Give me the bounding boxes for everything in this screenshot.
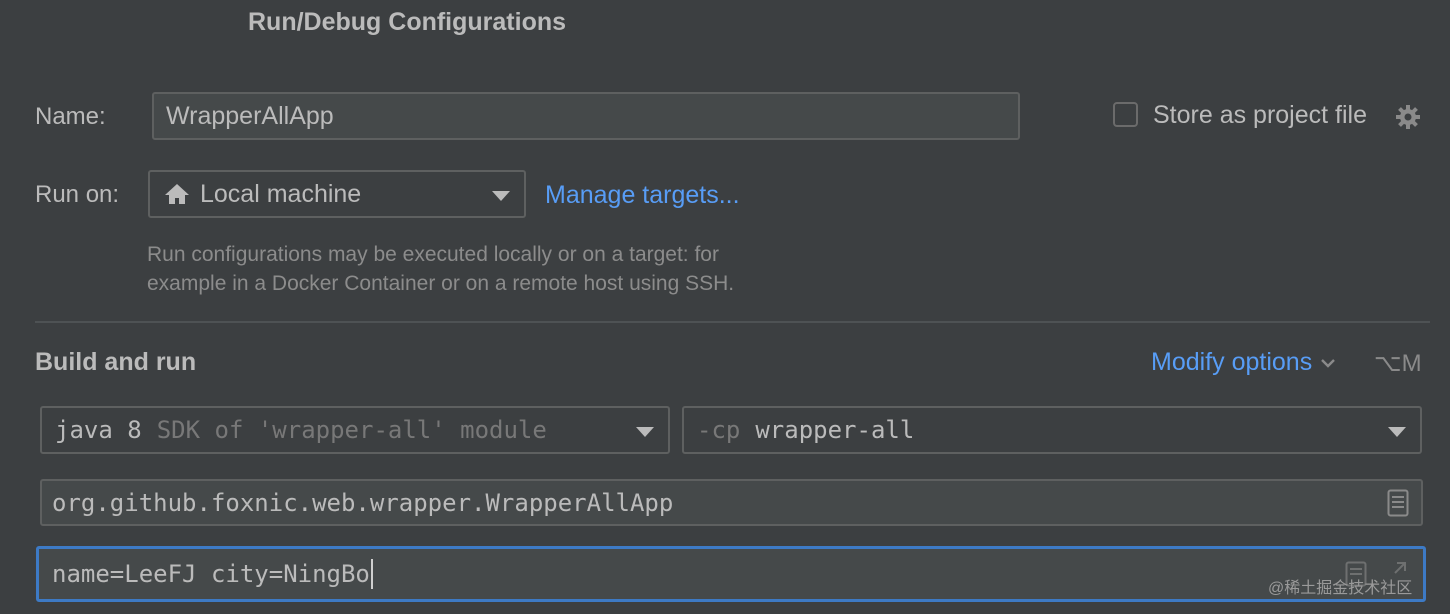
name-field-value: WrapperAllApp (166, 101, 334, 130)
chevron-down-icon (1320, 357, 1336, 369)
modify-options-shortcut: ⌥M (1374, 350, 1422, 377)
modify-options-label: Modify options (1151, 348, 1313, 376)
manage-targets-link[interactable]: Manage targets... (545, 181, 740, 210)
browse-class-icon[interactable] (1387, 489, 1409, 517)
run-on-value: Local machine (200, 179, 362, 208)
run-on-label: Run on: (35, 181, 120, 208)
classpath-prefix: -cp (697, 416, 741, 444)
name-field[interactable]: WrapperAllApp (152, 92, 1020, 140)
home-icon (164, 183, 190, 205)
hint-line-2: example in a Docker Container or on a re… (147, 272, 735, 295)
run-on-hint: Run configurations may be executed local… (147, 240, 734, 298)
section-divider (35, 321, 1430, 323)
run-on-dropdown[interactable]: Local machine (148, 170, 526, 218)
store-as-project-file-label: Store as project file (1153, 101, 1367, 129)
dialog-title: Run/Debug Configurations (248, 8, 567, 36)
chevron-down-icon (636, 427, 654, 437)
jre-detail: SDK of 'wrapper-all' module (156, 416, 547, 444)
name-label: Name: (35, 103, 106, 130)
modify-options-button[interactable]: Modify options (1151, 348, 1336, 377)
gear-icon[interactable] (1394, 103, 1422, 131)
hint-line-1: Run configurations may be executed local… (147, 243, 719, 266)
main-class-field[interactable]: org.github.foxnic.web.wrapper.WrapperAll… (40, 479, 1423, 526)
store-as-project-file-checkbox[interactable] (1113, 102, 1138, 127)
chevron-down-icon (492, 191, 510, 201)
jre-value: java 8 (55, 416, 142, 444)
classpath-dropdown[interactable]: -cp wrapper-all (682, 406, 1422, 454)
text-cursor (370, 559, 373, 589)
build-and-run-heading: Build and run (35, 348, 197, 376)
main-class-value: org.github.foxnic.web.wrapper.WrapperAll… (52, 488, 674, 517)
program-arguments-value: name=LeeFJ city=NingBo (52, 560, 370, 588)
jre-dropdown[interactable]: java 8 SDK of 'wrapper-all' module (40, 406, 670, 454)
watermark: @稀土掘金技术社区 (1268, 580, 1413, 597)
classpath-value: wrapper-all (755, 416, 915, 444)
chevron-down-icon (1388, 427, 1406, 437)
program-arguments-field[interactable]: name=LeeFJ city=NingBo (36, 546, 1426, 602)
